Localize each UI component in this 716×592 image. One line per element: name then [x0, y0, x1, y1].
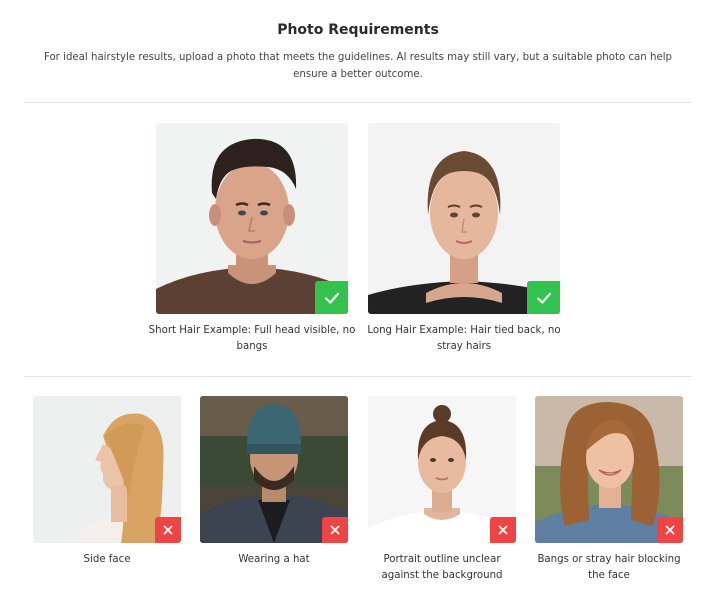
close-icon: [163, 525, 173, 535]
cross-badge: [657, 517, 683, 543]
check-badge: [527, 281, 560, 314]
unclear-outline-example-photo: [368, 396, 516, 543]
good-example-card-long-hair: Long Hair Example: Hair tied back, no st…: [364, 123, 564, 355]
hat-example-photo: [200, 396, 348, 543]
example-caption: Short Hair Example: Full head visible, n…: [148, 325, 356, 352]
example-caption: Long Hair Example: Hair tied back, no st…: [367, 325, 561, 352]
divider: [24, 102, 692, 103]
bad-example-card-bangs: Bangs or stray hair blocking the face: [531, 396, 687, 584]
check-badge: [315, 281, 348, 314]
short-hair-example-photo: [156, 123, 348, 314]
photo-requirements-panel: Photo Requirements For ideal hairstyle r…: [0, 0, 716, 592]
example-caption: Wearing a hat: [238, 554, 310, 565]
bad-example-card-side-face: Side face: [33, 396, 181, 568]
divider: [24, 376, 692, 377]
side-face-example-photo: [33, 396, 181, 543]
cross-badge: [322, 517, 348, 543]
bangs-example-photo: [535, 396, 683, 543]
bad-example-card-unclear-outline: Portrait outline unclear against the bac…: [364, 396, 520, 584]
long-hair-example-photo: [368, 123, 560, 314]
check-icon: [324, 292, 339, 304]
close-icon: [498, 525, 508, 535]
example-caption: Side face: [83, 554, 131, 565]
page-title: Photo Requirements: [277, 22, 439, 38]
example-caption: Bangs or stray hair blocking the face: [537, 554, 681, 581]
close-icon: [330, 525, 340, 535]
page-description: For ideal hairstyle results, upload a ph…: [43, 52, 673, 80]
close-icon: [665, 525, 675, 535]
example-caption: Portrait outline unclear against the bac…: [381, 554, 503, 581]
check-icon: [536, 292, 551, 304]
cross-badge: [155, 517, 181, 543]
bad-example-card-hat: Wearing a hat: [200, 396, 348, 568]
good-example-card-short-hair: Short Hair Example: Full head visible, n…: [148, 123, 356, 355]
cross-badge: [490, 517, 516, 543]
